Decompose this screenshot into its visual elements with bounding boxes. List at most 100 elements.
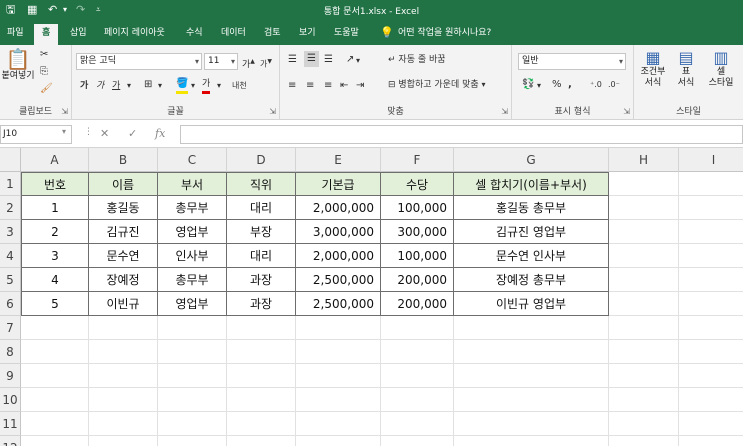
row-header-1[interactable]: 1 (0, 172, 21, 196)
cell-a6[interactable]: 5 (21, 292, 89, 316)
cell-e11[interactable] (296, 412, 381, 436)
cell-g5[interactable]: 장예정 총무부 (454, 268, 609, 292)
column-header-h[interactable]: H (609, 148, 679, 172)
cell-h9[interactable] (609, 364, 679, 388)
underline-button[interactable]: 가 (112, 79, 120, 93)
chevron-down-icon[interactable]: ▾ (158, 79, 162, 93)
cell-d11[interactable] (227, 412, 296, 436)
cell-f12[interactable] (381, 436, 454, 446)
tab-home[interactable]: 홈 (34, 24, 59, 45)
column-header-b[interactable]: B (89, 148, 158, 172)
cell-g9[interactable] (454, 364, 609, 388)
format-as-table-button[interactable]: ▤ 표 서식 (670, 49, 702, 89)
cell-e9[interactable] (296, 364, 381, 388)
column-header-d[interactable]: D (227, 148, 296, 172)
fill-color-icon[interactable]: 🪣 (176, 77, 189, 94)
font-name-select[interactable]: 맑은 고딕 ▾ (76, 53, 202, 70)
cell-e8[interactable] (296, 340, 381, 364)
cell-a2[interactable]: 1 (21, 196, 89, 220)
cell-h6[interactable] (609, 292, 679, 316)
cell-c12[interactable] (158, 436, 227, 446)
cell-d6[interactable]: 과장 (227, 292, 296, 316)
cell-c9[interactable] (158, 364, 227, 388)
cell-f5[interactable]: 200,000 (381, 268, 454, 292)
chevron-down-icon[interactable]: ▾ (191, 79, 195, 93)
cancel-icon[interactable]: ✕ (100, 127, 109, 140)
row-header-8[interactable]: 8 (0, 340, 21, 364)
cell-e5[interactable]: 2,500,000 (296, 268, 381, 292)
decrease-indent-icon[interactable]: ⇤ (340, 79, 348, 93)
cell-h11[interactable] (609, 412, 679, 436)
cell-b4[interactable]: 문수연 (89, 244, 158, 268)
cell-g2[interactable]: 홍길동 총무부 (454, 196, 609, 220)
chevron-down-icon[interactable]: ▾ (356, 54, 360, 68)
cell-b12[interactable] (89, 436, 158, 446)
cell-a7[interactable] (21, 316, 89, 340)
select-all-corner[interactable] (0, 148, 21, 172)
cell-a9[interactable] (21, 364, 89, 388)
cell-g3[interactable]: 김규진 영업부 (454, 220, 609, 244)
cell-a8[interactable] (21, 340, 89, 364)
cell-d5[interactable]: 과장 (227, 268, 296, 292)
cell-h3[interactable] (609, 220, 679, 244)
align-right-icon[interactable]: ≡ (324, 79, 332, 93)
cell-h4[interactable] (609, 244, 679, 268)
cell-c7[interactable] (158, 316, 227, 340)
cell-b6[interactable]: 이빈규 (89, 292, 158, 316)
cell-a10[interactable] (21, 388, 89, 412)
cell-a3[interactable]: 2 (21, 220, 89, 244)
tab-insert[interactable]: 삽입 (70, 26, 87, 40)
cell-i6[interactable] (679, 292, 743, 316)
cell-i7[interactable] (679, 316, 743, 340)
row-header-4[interactable]: 4 (0, 244, 21, 268)
number-launcher-icon[interactable]: ⇲ (623, 107, 630, 116)
clipboard-launcher-icon[interactable]: ⇲ (61, 107, 68, 116)
cell-g4[interactable]: 문수연 인사부 (454, 244, 609, 268)
row-header-10[interactable]: 10 (0, 388, 21, 412)
cell-d8[interactable] (227, 340, 296, 364)
cell-g7[interactable] (454, 316, 609, 340)
cell-h7[interactable] (609, 316, 679, 340)
row-header-9[interactable]: 9 (0, 364, 21, 388)
cell-f4[interactable]: 100,000 (381, 244, 454, 268)
row-header-7[interactable]: 7 (0, 316, 21, 340)
cell-e6[interactable]: 2,500,000 (296, 292, 381, 316)
grow-font-button[interactable]: 가▲ (242, 55, 255, 72)
cell-b2[interactable]: 홍길동 (89, 196, 158, 220)
cell-i11[interactable] (679, 412, 743, 436)
font-color-button[interactable]: 가 (202, 77, 211, 94)
cell-e2[interactable]: 2,000,000 (296, 196, 381, 220)
conditional-format-button[interactable]: ▦ 조건부 서식 (636, 49, 670, 89)
cell-h12[interactable] (609, 436, 679, 446)
insert-function-icon[interactable]: fx (155, 127, 165, 140)
cell-a4[interactable]: 3 (21, 244, 89, 268)
row-header-12[interactable]: 12 (0, 436, 21, 446)
align-bottom-icon[interactable]: ☰ (324, 53, 333, 67)
cell-d10[interactable] (227, 388, 296, 412)
cell-a5[interactable]: 4 (21, 268, 89, 292)
tab-file[interactable]: 파일 (7, 26, 24, 40)
cell-i12[interactable] (679, 436, 743, 446)
chevron-down-icon[interactable]: ▾ (62, 127, 66, 136)
tell-me-input[interactable]: 어떤 작업을 원하시나요? (398, 26, 491, 40)
cell-c4[interactable]: 인사부 (158, 244, 227, 268)
cell-c5[interactable]: 총무부 (158, 268, 227, 292)
cell-b8[interactable] (89, 340, 158, 364)
cell-c6[interactable]: 영업부 (158, 292, 227, 316)
column-header-f[interactable]: F (381, 148, 454, 172)
number-format-select[interactable]: 일반 ▾ (518, 53, 626, 70)
currency-icon[interactable]: 💱 (522, 78, 534, 92)
cut-icon[interactable]: ✂ (40, 48, 48, 62)
orientation-icon[interactable]: ↗ (346, 53, 354, 67)
copy-icon[interactable]: ⎘ (40, 65, 48, 79)
cell-b10[interactable] (89, 388, 158, 412)
cell-b1[interactable]: 이름 (89, 172, 158, 196)
tab-view[interactable]: 보기 (299, 26, 316, 40)
cell-i10[interactable] (679, 388, 743, 412)
enter-icon[interactable]: ✓ (128, 127, 137, 140)
wrap-text-button[interactable]: ↵ 자동 줄 바꿈 (388, 53, 446, 67)
cell-f2[interactable]: 100,000 (381, 196, 454, 220)
row-header-2[interactable]: 2 (0, 196, 21, 220)
cell-c11[interactable] (158, 412, 227, 436)
cell-h2[interactable] (609, 196, 679, 220)
